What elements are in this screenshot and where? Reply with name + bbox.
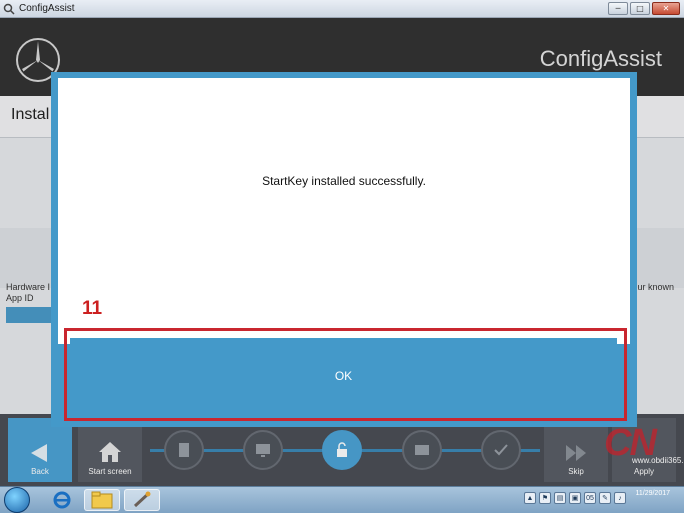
close-button[interactable]: ✕ <box>652 2 680 15</box>
minimize-button[interactable]: ─ <box>608 2 628 15</box>
tray-volume-icon[interactable]: ♪ <box>614 492 626 504</box>
tray-flag-icon[interactable]: ⚑ <box>539 492 551 504</box>
dialog-message: StartKey installed successfully. <box>262 174 426 188</box>
tray-arrow-icon[interactable]: ▲ <box>524 492 536 504</box>
file-explorer-icon[interactable] <box>84 489 120 511</box>
app-icon <box>3 3 15 15</box>
window-title: ConfigAssist <box>19 3 75 14</box>
watermark-url: www.obdii365.com <box>632 456 684 465</box>
ie-logo-icon <box>53 491 71 509</box>
tray-app-icon[interactable]: ✎ <box>599 492 611 504</box>
tray-badge-05[interactable]: 05 <box>584 492 596 504</box>
taskbar-clock[interactable]: 11/29/2017 <box>635 489 670 499</box>
internet-explorer-icon[interactable] <box>44 489 80 511</box>
window-controls: ─ □ ✕ <box>608 2 680 15</box>
tools-icon <box>133 491 151 508</box>
annotation-number: 11 <box>82 298 103 319</box>
configassist-task-icon[interactable] <box>124 489 160 511</box>
folder-icon <box>91 491 113 509</box>
maximize-button[interactable]: □ <box>630 2 650 15</box>
tray-network-icon[interactable]: ▤ <box>554 492 566 504</box>
system-tray: ▲ ⚑ ▤ ▣ 05 ✎ ♪ <box>524 492 626 504</box>
tray-device-icon[interactable]: ▣ <box>569 492 581 504</box>
clock-date: 11/29/2017 <box>635 490 670 497</box>
annotation-highlight-box <box>64 328 627 421</box>
window-titlebar: ConfigAssist ─ □ ✕ <box>0 0 684 18</box>
dialog-body <box>58 78 630 344</box>
windows-start-icon[interactable] <box>4 487 30 513</box>
